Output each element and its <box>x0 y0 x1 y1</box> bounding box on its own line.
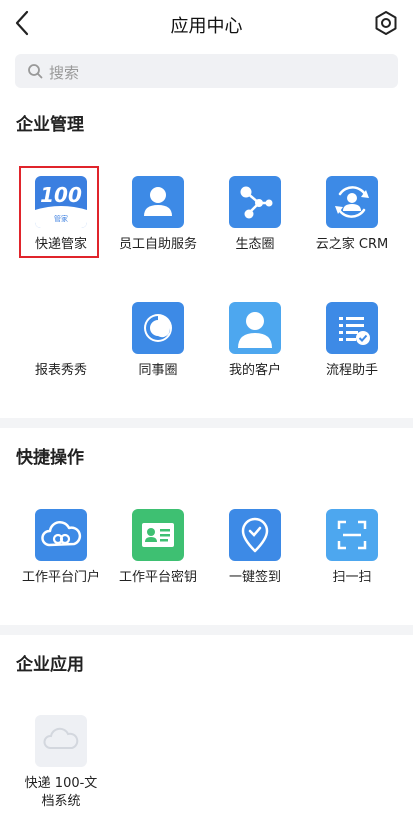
app-label: 员工自助服务 <box>118 237 197 252</box>
app-process-assistant[interactable]: 流程助手 <box>304 302 400 412</box>
location-check-icon <box>229 509 281 561</box>
search-icon <box>28 64 43 79</box>
app-label: 生态圈 <box>235 237 275 252</box>
app-work-key[interactable]: 工作平台密钥 <box>110 509 206 619</box>
app-label: 一键签到 <box>228 570 281 585</box>
customer-icon <box>229 302 281 354</box>
section-divider <box>0 625 413 635</box>
app-label: 工作平台密钥 <box>118 570 197 585</box>
app-label: 扫一扫 <box>332 570 372 585</box>
app-report-show[interactable]: 报表秀秀 <box>13 302 109 412</box>
circle-swirl-icon <box>132 302 184 354</box>
app-label: 流程助手 <box>325 363 378 378</box>
cloud-placeholder-icon <box>35 715 87 767</box>
gear-icon <box>375 11 397 35</box>
report-chart-icon <box>35 302 87 354</box>
settings-button[interactable] <box>373 10 399 36</box>
app-express100-docs[interactable]: 快递 100-文 档系统 <box>13 715 109 825</box>
cloud-link-icon <box>35 509 87 561</box>
app-scan[interactable]: 扫一扫 <box>304 509 400 619</box>
selection-highlight <box>19 166 99 258</box>
app-label: 工作平台门户 <box>21 570 100 585</box>
page-title: 应用中心 <box>170 16 243 37</box>
app-work-portal[interactable]: 工作平台门户 <box>13 509 109 619</box>
scan-icon <box>326 509 378 561</box>
section-title-enterprise-apps: 企业应用 <box>16 655 84 675</box>
section-title-enterprise-mgmt: 企业管理 <box>16 115 84 135</box>
app-label: 报表秀秀 <box>34 363 87 378</box>
app-label: 云之家 CRM <box>315 237 389 252</box>
app-label-line1: 快递 100-文 <box>24 776 98 791</box>
process-list-icon <box>326 302 378 354</box>
person-icon <box>132 176 184 228</box>
section-divider <box>0 418 413 428</box>
app-employee-self-service[interactable]: 员工自助服务 <box>110 176 206 286</box>
search-placeholder: 搜索 <box>49 64 80 82</box>
app-label-line2: 档系统 <box>41 794 81 809</box>
app-my-customers[interactable]: 我的客户 <box>207 302 303 412</box>
section-title-quick-ops: 快捷操作 <box>16 448 84 468</box>
app-label: 同事圈 <box>138 363 178 378</box>
top-bar: 应用中心 <box>0 0 413 46</box>
nodes-icon <box>229 176 281 228</box>
id-card-icon <box>132 509 184 561</box>
search-bar[interactable]: 搜索 <box>15 54 398 88</box>
crm-icon <box>326 176 378 228</box>
app-ecosystem[interactable]: 生态圈 <box>207 176 303 286</box>
app-yunzhijia-crm[interactable]: 云之家 CRM <box>304 176 400 286</box>
app-colleague-circle[interactable]: 同事圈 <box>110 302 206 412</box>
app-one-click-checkin[interactable]: 一键签到 <box>207 509 303 619</box>
app-label: 我的客户 <box>228 363 281 378</box>
app-label: 快递 100-文 档系统 <box>7 775 115 811</box>
